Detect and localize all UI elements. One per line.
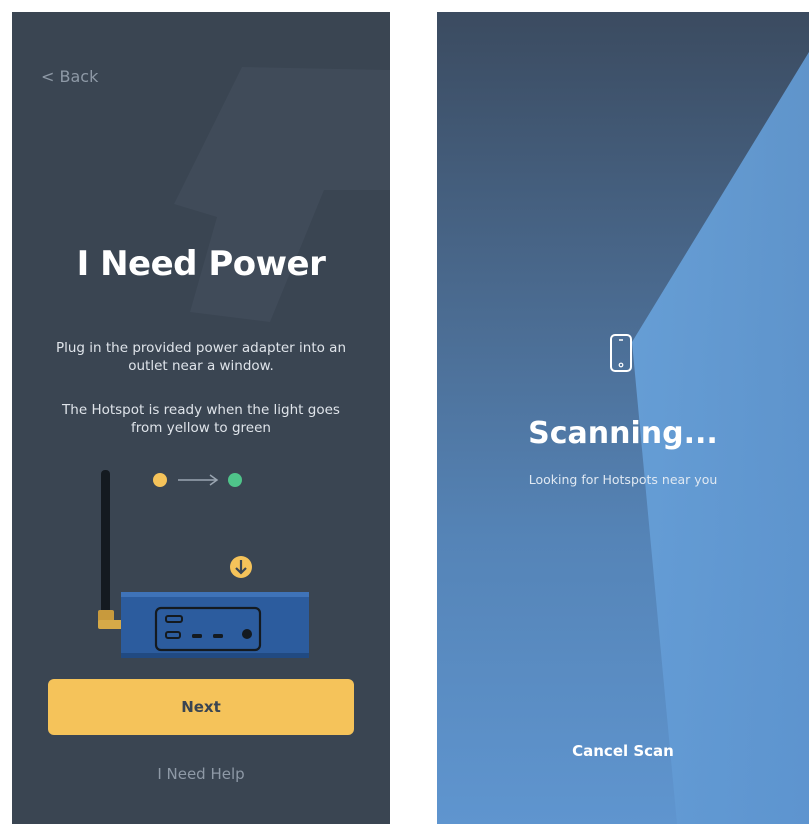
next-button[interactable]: Next [48,679,354,735]
arrow-right-icon [178,474,219,486]
status-light-text: The Hotspot is ready when the light goes… [62,402,340,436]
hotspot-illustration [98,470,309,658]
help-link[interactable]: I Need Help [12,765,390,783]
hotspot-device [121,592,309,658]
arrow-down-icon [230,556,252,578]
back-button[interactable]: < Back [41,67,98,86]
scan-screen: Scanning... Looking for Hotspots near yo… [437,12,809,824]
page-title: I Need Power [76,244,326,284]
cancel-scan-button[interactable]: Cancel Scan [437,742,809,760]
power-screen: < Back I Need Power Plug in the provided… [12,12,390,824]
green-light-icon [228,473,242,487]
scanning-title: Scanning... [528,416,718,451]
scanning-subtitle: Looking for Hotspots near you [528,472,718,487]
phone-icon [610,334,632,372]
yellow-light-icon [153,473,167,487]
instruction-text: Plug in the provided power adapter into … [55,340,347,374]
